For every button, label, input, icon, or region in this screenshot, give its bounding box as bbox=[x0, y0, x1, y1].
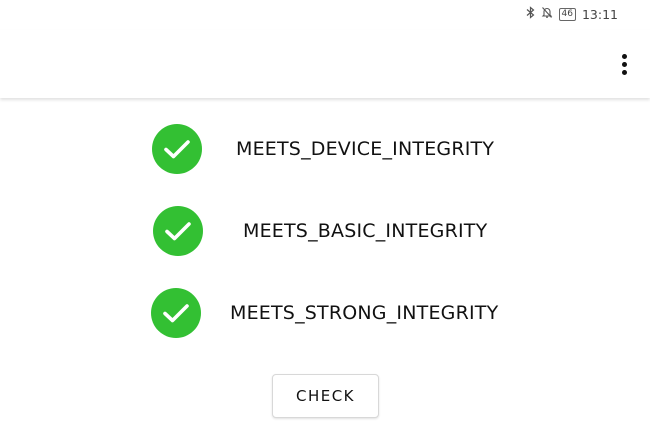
integrity-row-device: MEETS_DEVICE_INTEGRITY bbox=[152, 124, 494, 174]
check-circle-icon bbox=[151, 288, 201, 338]
menu-dot bbox=[621, 61, 627, 67]
bluetooth-icon bbox=[526, 6, 535, 22]
check-circle-icon bbox=[152, 124, 202, 174]
integrity-label: MEETS_STRONG_INTEGRITY bbox=[230, 302, 499, 324]
battery-icon: 46 bbox=[558, 7, 576, 21]
status-bar: 46 13:11 bbox=[0, 0, 650, 30]
status-time: 13:11 bbox=[581, 6, 618, 22]
menu-dot bbox=[621, 53, 627, 59]
menu-dot bbox=[621, 69, 627, 75]
more-vert-icon[interactable] bbox=[612, 49, 636, 79]
integrity-label: MEETS_BASIC_INTEGRITY bbox=[243, 220, 488, 242]
status-icons: 46 13:11 bbox=[526, 6, 618, 22]
integrity-row-basic: MEETS_BASIC_INTEGRITY bbox=[153, 206, 487, 256]
check-button[interactable]: CHECK bbox=[272, 374, 379, 418]
integrity-row-strong: MEETS_STRONG_INTEGRITY bbox=[151, 288, 498, 338]
app-bar bbox=[0, 30, 650, 98]
check-circle-icon bbox=[153, 206, 203, 256]
integrity-label: MEETS_DEVICE_INTEGRITY bbox=[236, 138, 495, 160]
notifications-off-icon bbox=[541, 6, 553, 22]
